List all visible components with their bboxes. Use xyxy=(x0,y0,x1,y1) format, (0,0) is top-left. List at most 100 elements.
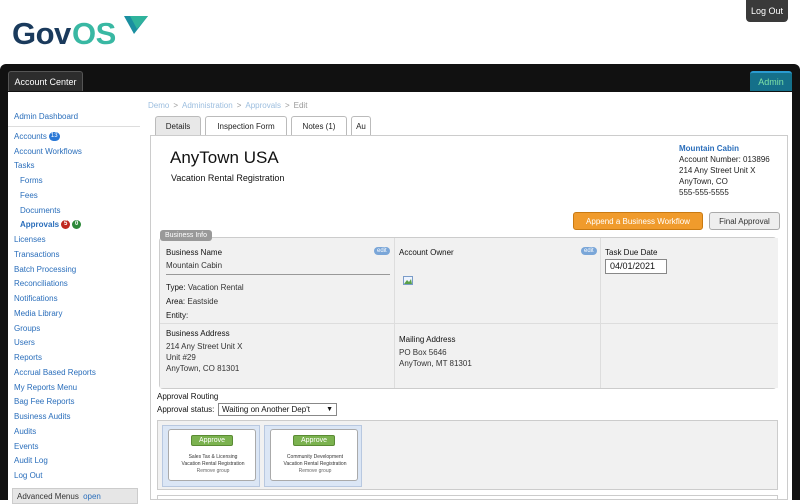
mailing-address-cell: Mailing Address PO Box 5646 AnyTown, MT … xyxy=(395,324,601,388)
business-address-line: AnyTown, CO 81301 xyxy=(166,364,240,373)
sidebar-item-account-workflows[interactable]: Account Workflows xyxy=(14,147,82,156)
account-summary: Mountain Cabin Account Number: 013896 21… xyxy=(679,143,775,198)
tab-audit[interactable]: Au xyxy=(351,116,371,135)
group-task: Vacation Rental Registration xyxy=(283,461,347,467)
tab-details[interactable]: Details xyxy=(155,116,201,135)
owner-image-icon[interactable] xyxy=(403,276,413,285)
breadcrumb: Demo > Administration > Approvals > Edit xyxy=(148,101,307,110)
tab-inspection-form[interactable]: Inspection Form xyxy=(205,116,287,135)
remove-group-link[interactable]: Remove group xyxy=(271,468,359,474)
sidebar-item-tasks[interactable]: Tasks xyxy=(14,161,34,170)
sidebar-item-bag-fee-reports[interactable]: Bag Fee Reports xyxy=(14,397,74,406)
account-phone: 555-555-5555 xyxy=(679,188,729,197)
area-label: Area: xyxy=(166,297,186,306)
sidebar-item-label: Accounts xyxy=(14,132,47,141)
sidebar-item-accounts[interactable]: Accounts 13 xyxy=(14,132,60,142)
account-owner-title: Account Owner xyxy=(399,248,454,257)
logout-button[interactable]: Log Out xyxy=(746,0,788,22)
account-number: Account Number: 013896 xyxy=(679,155,770,164)
sidebar-item-forms[interactable]: Forms xyxy=(20,176,43,185)
sidebar-item-my-reports-menu[interactable]: My Reports Menu xyxy=(14,383,77,392)
sidebar-item-licenses[interactable]: Licenses xyxy=(14,235,46,244)
routing-groups: Approve Sales Tax & Licensing Vacation R… xyxy=(157,420,778,490)
sidebar-item-reports[interactable]: Reports xyxy=(14,353,42,362)
sidebar-item-audit-log[interactable]: Audit Log xyxy=(14,456,48,465)
group-task: Vacation Rental Registration xyxy=(181,461,245,467)
approval-routing-title: Approval Routing xyxy=(157,392,219,401)
business-entity: Entity: xyxy=(166,310,188,321)
details-panel: AnyTown USA Vacation Rental Registration… xyxy=(150,135,788,500)
divider xyxy=(166,274,390,275)
svg-text:OS: OS xyxy=(72,16,116,50)
sidebar-item-notifications[interactable]: Notifications xyxy=(14,294,58,303)
task-due-date-input[interactable]: 04/01/2021 xyxy=(605,259,667,274)
tab-account-center[interactable]: Account Center xyxy=(8,71,83,91)
sidebar-item-audits[interactable]: Audits xyxy=(14,427,36,436)
empty-cell xyxy=(601,324,778,388)
account-name-link[interactable]: Mountain Cabin xyxy=(679,143,775,154)
breadcrumb-current: Edit xyxy=(293,101,308,110)
remove-group-link[interactable]: Remove group xyxy=(169,468,257,474)
approvals-done-badge: 0 xyxy=(72,220,82,230)
sidebar-item-reconciliations[interactable]: Reconciliations xyxy=(14,279,68,288)
approval-status-select[interactable]: Waiting on Another Dep't ▼ xyxy=(218,403,337,416)
tab-admin[interactable]: Admin xyxy=(750,71,792,91)
sidebar-item-users[interactable]: Users xyxy=(14,338,35,347)
business-type: Type: Vacation Rental xyxy=(166,282,244,293)
sidebar-item-transactions[interactable]: Transactions xyxy=(14,250,60,259)
sidebar-item-batch-processing[interactable]: Batch Processing xyxy=(14,265,76,274)
business-address-title: Business Address xyxy=(166,329,230,338)
business-info-section: Business Name edit Mountain Cabin Type: … xyxy=(159,237,778,389)
approval-status-label: Approval status: xyxy=(157,405,215,414)
breadcrumb-demo[interactable]: Demo xyxy=(148,101,169,110)
edit-business-button[interactable]: edit xyxy=(374,247,390,255)
govos-logo: Gov OS xyxy=(12,14,152,50)
business-address-line: 214 Any Street Unit X xyxy=(166,342,243,351)
app-shell: Account Center Admin Admin Dashboard Acc… xyxy=(0,64,800,504)
sidebar-item-media-library[interactable]: Media Library xyxy=(14,309,62,318)
append-workflow-button[interactable]: Append a Business Workflow xyxy=(573,212,703,230)
type-value: Vacation Rental xyxy=(187,283,244,292)
routing-group-card: Approve Community Development Vacation R… xyxy=(270,429,358,481)
mailing-address-title: Mailing Address xyxy=(399,335,456,344)
sidebar-item-groups[interactable]: Groups xyxy=(14,324,40,333)
shell-tab-bar: Account Center Admin xyxy=(8,71,792,93)
approval-status-value: Waiting on Another Dep't xyxy=(222,405,310,414)
sidebar-item-log-out[interactable]: Log Out xyxy=(14,471,42,480)
mailing-address-line: PO Box 5646 xyxy=(399,348,447,357)
business-area: Area: Eastside xyxy=(166,296,218,307)
breadcrumb-separator: > xyxy=(236,101,242,110)
chevron-down-icon: ▼ xyxy=(326,406,333,413)
breadcrumb-separator: > xyxy=(284,101,290,110)
sidebar: Admin Dashboard Accounts 13 Account Workf… xyxy=(8,98,140,504)
routing-group: Approve Community Development Vacation R… xyxy=(264,425,362,487)
sidebar-item-fees[interactable]: Fees xyxy=(20,191,38,200)
tab-notes[interactable]: Notes (1) xyxy=(291,116,347,135)
type-label: Type: xyxy=(166,283,186,292)
entity-label: Entity: xyxy=(166,311,189,320)
sidebar-item-approvals[interactable]: Approvals 5 0 xyxy=(20,220,82,230)
business-name-value: Mountain Cabin xyxy=(166,261,223,270)
approve-button[interactable]: Approve xyxy=(191,435,233,446)
approvals-pending-badge: 5 xyxy=(61,220,71,230)
page-subtitle: Vacation Rental Registration xyxy=(171,173,285,183)
advanced-menus-toggle[interactable]: Advanced Menus open xyxy=(12,488,138,504)
account-address-line1: 214 Any Street Unit X xyxy=(679,166,756,175)
sidebar-item-documents[interactable]: Documents xyxy=(20,206,60,215)
group-dept: Sales Tax & Licensing xyxy=(188,454,238,460)
sidebar-item-business-audits[interactable]: Business Audits xyxy=(14,412,70,421)
approve-button[interactable]: Approve xyxy=(293,435,335,446)
sidebar-item-accrual-reports[interactable]: Accrual Based Reports xyxy=(14,368,96,377)
breadcrumb-administration[interactable]: Administration xyxy=(182,101,233,110)
sidebar-divider xyxy=(8,126,140,127)
sidebar-item-admin-dashboard[interactable]: Admin Dashboard xyxy=(14,112,78,121)
page-title: AnyTown USA xyxy=(170,148,279,167)
routing-group-card: Approve Sales Tax & Licensing Vacation R… xyxy=(168,429,256,481)
sidebar-item-events[interactable]: Events xyxy=(14,442,38,451)
top-header: Gov OS Log Out xyxy=(0,0,800,64)
final-approval-button[interactable]: Final Approval xyxy=(709,212,780,230)
breadcrumb-approvals[interactable]: Approvals xyxy=(245,101,281,110)
edit-owner-button[interactable]: edit xyxy=(581,247,597,255)
business-address-cell: Business Address 214 Any Street Unit X U… xyxy=(160,324,395,388)
accounts-count-badge: 13 xyxy=(48,132,60,142)
